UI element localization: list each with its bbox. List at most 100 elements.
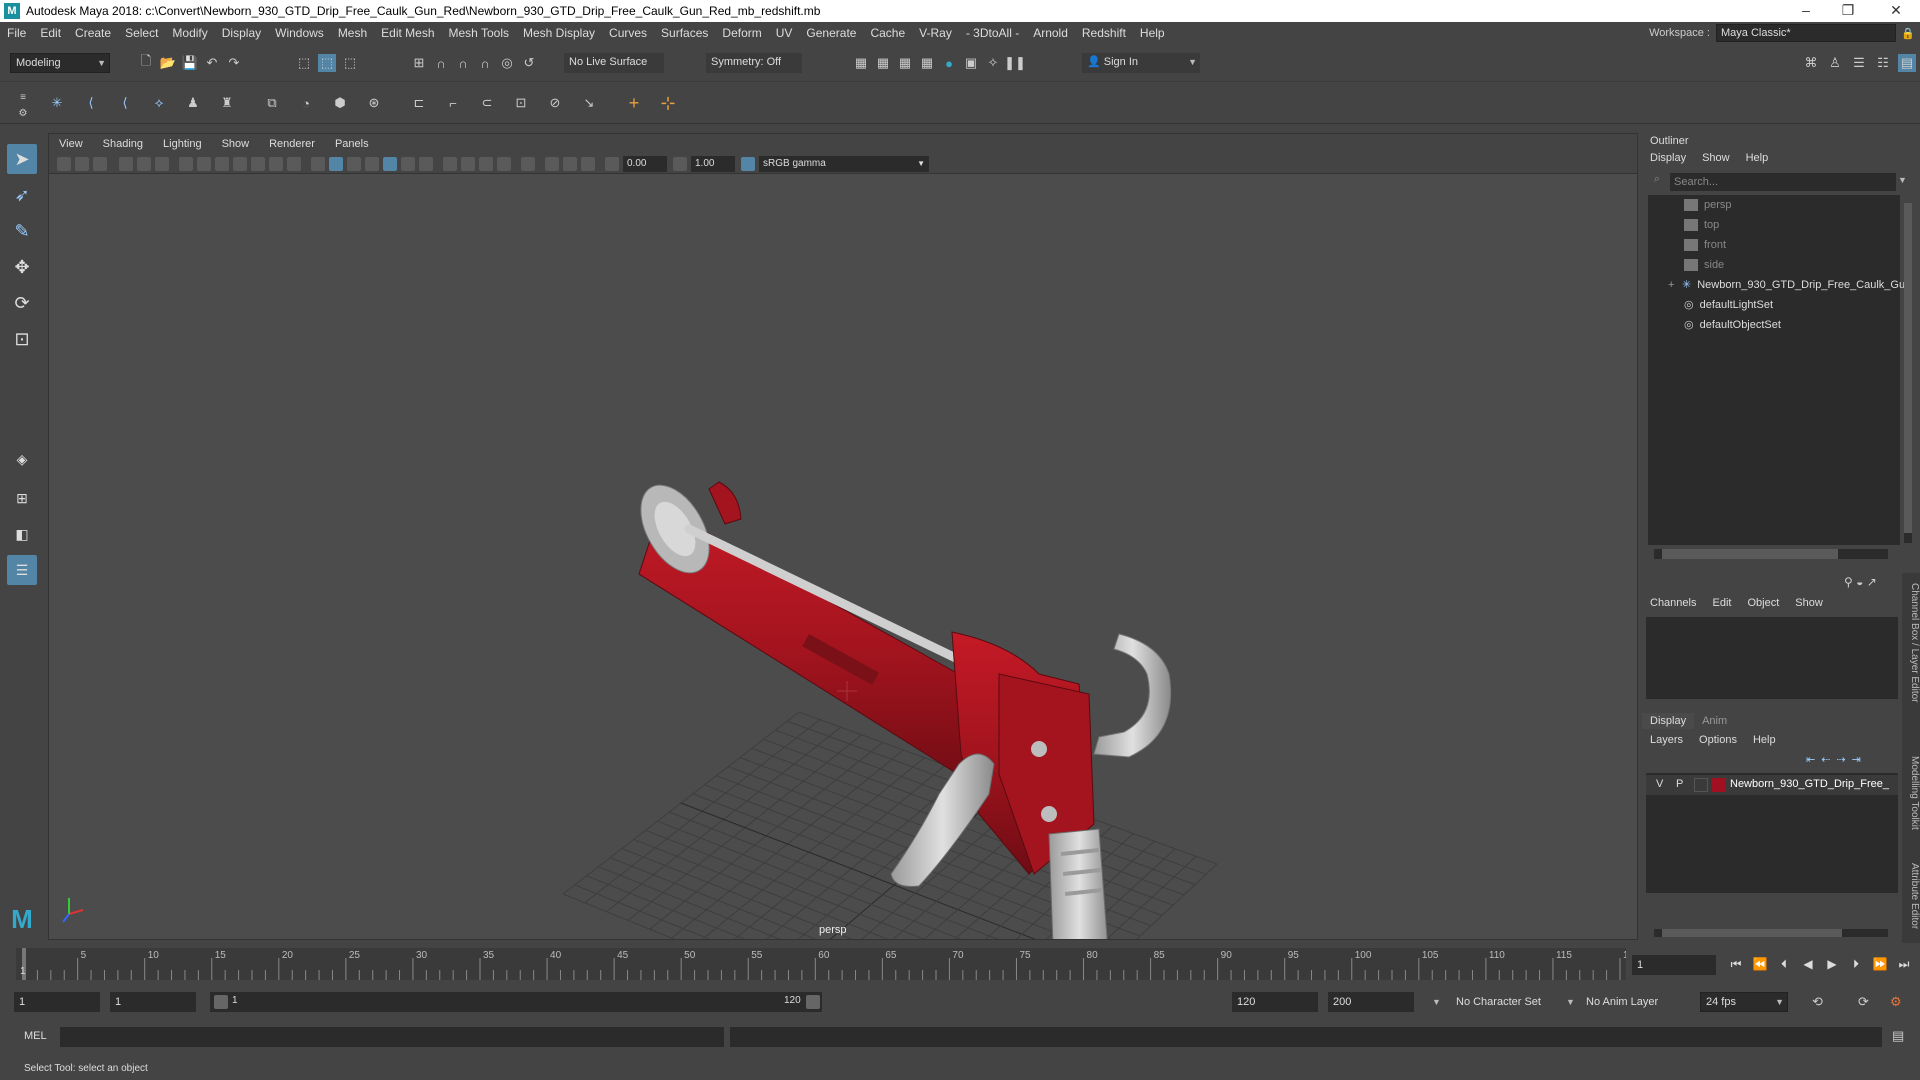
rig-icon[interactable]: ♜: [218, 94, 236, 112]
pivot-plus-icon[interactable]: +: [625, 93, 643, 113]
channel-box-tool-icons[interactable]: ⚲ ◒ ↗: [1844, 575, 1877, 589]
color-management-icon[interactable]: [741, 157, 755, 171]
range-slider-start-handle[interactable]: [214, 995, 228, 1009]
menu-mesh-tools[interactable]: Mesh Tools: [442, 26, 516, 40]
render-view-icon[interactable]: ▦: [852, 54, 870, 72]
menu-modify[interactable]: Modify: [165, 26, 214, 40]
menu-uv[interactable]: UV: [769, 26, 800, 40]
depth-of-field-icon[interactable]: [497, 157, 511, 171]
redo-icon[interactable]: ↷: [225, 54, 243, 72]
play-backward-icon[interactable]: ◀: [1800, 956, 1816, 972]
ipr-render-icon[interactable]: ▦: [896, 54, 914, 72]
layer-visibility-toggle[interactable]: V: [1656, 778, 1663, 790]
anim-layer-field[interactable]: No Anim Layer: [1586, 996, 1658, 1008]
side-tab-channel-box[interactable]: Channel Box / Layer Editor: [1902, 573, 1920, 713]
search-dropdown-icon[interactable]: ▼: [1898, 175, 1907, 185]
use-all-lights-icon[interactable]: [401, 157, 415, 171]
outliner-layout-icon[interactable]: ☰: [7, 555, 37, 585]
layer-playback-toggle[interactable]: P: [1676, 778, 1683, 790]
color-space-dropdown[interactable]: sRGB gamma ▼: [759, 156, 929, 172]
channel-box-menu-edit[interactable]: Edit: [1704, 597, 1739, 609]
sign-in-button[interactable]: 👤 Sign In ▼: [1082, 53, 1200, 73]
xray-components-icon[interactable]: [581, 157, 595, 171]
extrude-icon[interactable]: ⊏: [410, 94, 428, 112]
viewport-menu-show[interactable]: Show: [212, 138, 260, 150]
symmetry-field[interactable]: Symmetry: Off: [706, 53, 802, 73]
viewport-panel[interactable]: View Shading Lighting Show Renderer Pane…: [48, 133, 1638, 940]
mode-dropdown[interactable]: Modeling ▼: [10, 53, 110, 73]
layer-h-scrollbar[interactable]: [1654, 929, 1888, 937]
modeling-toolkit-icon[interactable]: ⌘: [1802, 54, 1820, 72]
camera-lock-icon[interactable]: [75, 157, 89, 171]
polygon-cube-icon[interactable]: ⧉: [263, 94, 281, 112]
mel-label[interactable]: MEL: [24, 1030, 47, 1042]
two-d-pan-icon[interactable]: [137, 157, 151, 171]
outliner-item-persp[interactable]: persp: [1684, 195, 1732, 215]
outliner-item-default-light-set[interactable]: ◎ defaultLightSet: [1684, 295, 1773, 315]
menu-edit[interactable]: Edit: [33, 26, 68, 40]
viewport-menu-panels[interactable]: Panels: [325, 138, 379, 150]
polygon-cylinder-icon[interactable]: ⊛: [365, 94, 383, 112]
playback-end-field[interactable]: 120: [1232, 992, 1318, 1012]
layer-reference-toggle[interactable]: [1694, 778, 1708, 792]
maximize-button[interactable]: ❐: [1828, 0, 1868, 22]
light-editor-icon[interactable]: ✧: [984, 54, 1002, 72]
script-editor-icon[interactable]: ▤: [1892, 1028, 1904, 1044]
menu-redshift[interactable]: Redshift: [1075, 26, 1133, 40]
menu-create[interactable]: Create: [68, 26, 118, 40]
anim-prefs-icon[interactable]: ⚙: [1890, 994, 1902, 1010]
outliner-h-scrollbar[interactable]: [1654, 549, 1888, 559]
default-material-icon[interactable]: [347, 157, 361, 171]
wireframe-icon[interactable]: [311, 157, 325, 171]
character-set-field[interactable]: No Character Set: [1456, 996, 1541, 1008]
menu-surfaces[interactable]: Surfaces: [654, 26, 715, 40]
new-scene-icon[interactable]: 🗋: [137, 53, 155, 72]
channel-box-menu-channels[interactable]: Channels: [1642, 597, 1704, 609]
vertex-tool-icon[interactable]: ✳: [48, 94, 66, 112]
outliner-item-default-object-set[interactable]: ◎ defaultObjectSet: [1684, 315, 1781, 335]
layer-tab-anim[interactable]: Anim: [1694, 713, 1735, 729]
time-ruler[interactable]: 5 10 15 20 25 30 35 40 45 50 55 60 65 70 75 80 85 90 95 100…: [16, 948, 1626, 980]
grid-toggle-icon[interactable]: [179, 157, 193, 171]
viewport-menu-view[interactable]: View: [49, 138, 93, 150]
bridge-icon[interactable]: ⊂: [478, 94, 496, 112]
gamma-field[interactable]: 1.00: [691, 156, 735, 172]
outliner-menu-show[interactable]: Show: [1694, 152, 1738, 164]
menu-3dtoall[interactable]: - 3DtoAll -: [959, 26, 1026, 40]
menu-mesh[interactable]: Mesh: [331, 26, 374, 40]
image-plane-icon[interactable]: [119, 157, 133, 171]
select-object-icon[interactable]: ⬚: [318, 54, 336, 72]
menu-display[interactable]: Display: [215, 26, 268, 40]
select-hierarchy-icon[interactable]: ⬚: [295, 54, 313, 72]
screen-space-ao-icon[interactable]: [443, 157, 457, 171]
shelf-settings-icon[interactable]: ⚙: [14, 104, 32, 122]
menu-windows[interactable]: Windows: [268, 26, 331, 40]
channel-box-menu-object[interactable]: Object: [1739, 597, 1787, 609]
menu-curves[interactable]: Curves: [602, 26, 654, 40]
bevel-icon[interactable]: ⌐: [444, 94, 462, 112]
shadows-icon[interactable]: [419, 157, 433, 171]
snap-pivot-icon[interactable]: ↺: [520, 54, 538, 72]
layer-menu-layers[interactable]: Layers: [1642, 734, 1691, 746]
hik-icon[interactable]: ♙: [1826, 54, 1844, 72]
select-component-icon[interactable]: ⬚: [341, 54, 359, 72]
resolution-gate-icon[interactable]: [215, 157, 229, 171]
side-tab-modelling-toolkit[interactable]: Modelling Toolkit: [1902, 743, 1920, 843]
range-slider[interactable]: 1 120: [210, 992, 822, 1012]
menu-deform[interactable]: Deform: [715, 26, 768, 40]
xray-joints-icon[interactable]: [563, 157, 577, 171]
menu-help[interactable]: Help: [1133, 26, 1172, 40]
bezier-tool-icon[interactable]: ⟡: [150, 94, 168, 112]
bookmark-icon[interactable]: [93, 157, 107, 171]
workspace-dropdown[interactable]: Maya Classic*: [1716, 24, 1896, 42]
caulk-gun-model[interactable]: [627, 473, 1172, 940]
menu-file[interactable]: File: [0, 26, 33, 40]
outliner-menu-help[interactable]: Help: [1738, 152, 1777, 164]
snap-view-icon[interactable]: ∩: [476, 54, 494, 72]
layer-menu-help[interactable]: Help: [1745, 734, 1784, 746]
pivot-edit-icon[interactable]: ⊹: [659, 93, 677, 113]
playback-start-field[interactable]: 1: [110, 992, 196, 1012]
open-scene-icon[interactable]: 📂: [159, 54, 177, 72]
scale-tool-icon[interactable]: ⊡: [7, 324, 37, 354]
side-tab-attribute-editor[interactable]: Attribute Editor: [1902, 851, 1920, 941]
